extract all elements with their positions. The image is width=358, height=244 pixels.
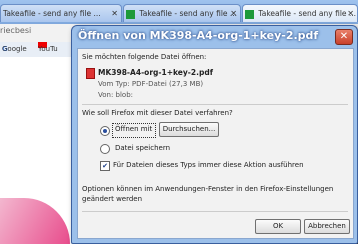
- arrow-favicon-icon: [245, 9, 254, 19]
- action-question: Wie soll Firefox mit dieser Datei verfah…: [82, 109, 233, 117]
- close-icon: ✕: [339, 31, 349, 42]
- browser-tab-1[interactable]: Takeafile - send any file ... ✕: [0, 4, 122, 22]
- save-file-radio[interactable]: [100, 144, 110, 154]
- close-tab-icon[interactable]: ✕: [111, 5, 118, 22]
- tab-bar: Takeafile - send any file ... ✕ Takeafil…: [0, 0, 358, 24]
- close-dialog-button[interactable]: ✕: [335, 29, 353, 45]
- browser-tab-2[interactable]: Takeafile - send any file ... ✕: [123, 4, 241, 22]
- ok-button[interactable]: OK: [255, 219, 301, 234]
- browse-button[interactable]: Durchsuchen...: [159, 122, 219, 137]
- file-name: MK398-A4-org-1+key-2.pdf: [98, 68, 213, 77]
- file-type: Vom Typ: PDF-Datei (27,3 MB): [98, 80, 204, 88]
- url-text: riecbesi: [0, 26, 32, 35]
- browser-tab-3[interactable]: Takeafile - send any file ... ✕: [242, 4, 358, 22]
- intro-text: Sie möchten folgende Datei öffnen:: [82, 53, 207, 61]
- download-dialog: Öffnen von MK398-A4-org-1+key-2.pdf ✕ Si…: [71, 25, 358, 244]
- info-line-2: geändert werden: [82, 195, 143, 203]
- remember-label[interactable]: Für Dateien dieses Typs immer diese Akti…: [113, 161, 304, 169]
- info-line-1: Optionen können im Anwendungen-Fenster i…: [82, 185, 334, 193]
- pdf-file-icon: [86, 68, 95, 79]
- close-tab-icon[interactable]: ✕: [347, 5, 354, 22]
- divider: [82, 211, 348, 212]
- tab-label: Takeafile - send any file ...: [3, 9, 101, 18]
- tab-label: Takeafile - send any file ...: [139, 9, 238, 18]
- divider: [82, 104, 348, 105]
- dialog-titlebar[interactable]: Öffnen von MK398-A4-org-1+key-2.pdf ✕: [72, 26, 357, 46]
- save-file-label[interactable]: Datei speichern: [115, 144, 170, 152]
- open-with-radio[interactable]: [100, 126, 110, 136]
- remember-checkbox[interactable]: ✔: [100, 161, 110, 171]
- cancel-button[interactable]: Abbrechen: [304, 219, 350, 234]
- dialog-body: Sie möchten folgende Datei öffnen: MK398…: [77, 48, 354, 239]
- arrow-favicon-icon: [126, 9, 135, 19]
- file-source: Von: blob:: [98, 91, 134, 99]
- dialog-title: Öffnen von MK398-A4-org-1+key-2.pdf: [78, 29, 319, 42]
- open-with-label[interactable]: Öffnen mit: [115, 125, 152, 133]
- close-tab-icon[interactable]: ✕: [230, 5, 237, 22]
- tab-label: Takeafile - send any file ...: [258, 9, 357, 18]
